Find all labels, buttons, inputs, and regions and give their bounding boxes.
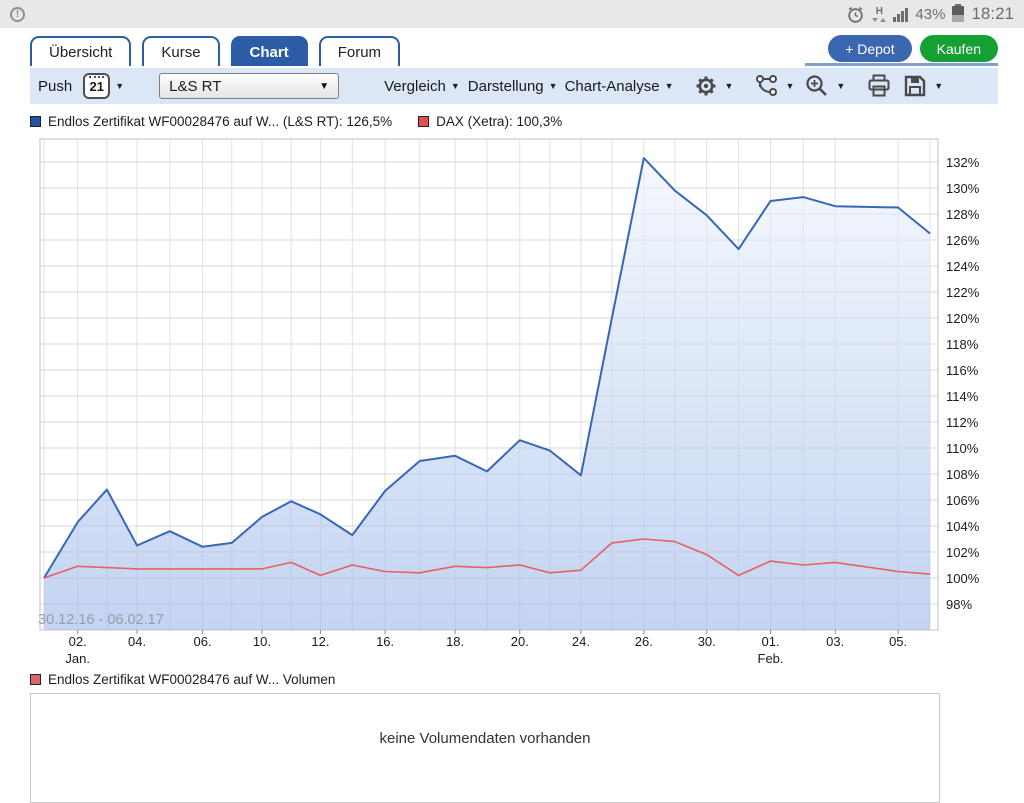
indicators-button[interactable]: ▼ <box>752 72 794 100</box>
save-icon <box>901 72 929 100</box>
x-axis-label: 16. <box>376 634 394 649</box>
tab-chart[interactable]: Chart <box>231 36 308 66</box>
x-axis-label: 12. <box>311 634 329 649</box>
price-chart-svg[interactable]: 98% 100% 102% 104% 106% 108% 110% 112% 114% 116% 1… <box>30 137 990 667</box>
y-axis-label: 122% <box>946 285 980 300</box>
tab-kurse[interactable]: Kurse <box>142 36 219 66</box>
select-caret-icon: ▼ <box>319 81 329 92</box>
chevron-down-icon: ▼ <box>451 81 460 91</box>
y-axis-label: 118% <box>946 337 979 352</box>
print-button[interactable] <box>865 72 893 100</box>
menu-darstellung[interactable]: Darstellung▼ <box>468 78 558 95</box>
network-type-indicator: H <box>872 7 886 22</box>
x-axis-label: 01. <box>761 634 779 649</box>
data-activity-arrows <box>872 18 886 22</box>
x-axis-label: 26. <box>635 634 653 649</box>
chevron-down-icon: ▼ <box>665 81 674 91</box>
clock: 18:21 <box>971 4 1014 24</box>
x-axis-label: 05. <box>889 634 907 649</box>
x-axis-label: 03. <box>826 634 844 649</box>
y-axis-label: 112% <box>946 415 979 430</box>
y-axis-label: 106% <box>946 493 980 508</box>
settings-button[interactable]: ▼ <box>692 72 734 100</box>
signal-strength-icon <box>893 7 908 22</box>
battery-percent: 43% <box>915 6 945 23</box>
x-axis-label: 10. <box>253 634 271 649</box>
save-button[interactable]: ▼ <box>901 72 943 100</box>
x-axis-label: 20. <box>511 634 529 649</box>
tab-bar: Übersicht Kurse Chart Forum + Depot Kauf… <box>30 34 998 66</box>
x-axis-label: 18. <box>446 634 464 649</box>
zoom-button[interactable]: ▼ <box>803 72 845 100</box>
alarm-clock-icon <box>846 5 865 24</box>
calendar-icon: 21 <box>83 73 110 99</box>
y-axis-label: 120% <box>946 311 980 326</box>
chevron-down-icon: ▼ <box>785 81 794 91</box>
x-axis-month-label: Jan. <box>65 651 90 666</box>
y-axis-label: 114% <box>946 389 979 404</box>
tab-forum[interactable]: Forum <box>319 36 400 66</box>
y-axis-label: 100% <box>946 571 980 586</box>
printer-icon <box>865 72 893 100</box>
y-axis-label: 102% <box>946 545 980 560</box>
y-axis-label: 110% <box>946 441 979 456</box>
menu-chart-analyse[interactable]: Chart-Analyse▼ <box>565 78 674 95</box>
tab-uebersicht[interactable]: Übersicht <box>30 36 131 66</box>
y-axis-label: 128% <box>946 207 980 222</box>
push-toggle[interactable]: Push <box>38 78 72 95</box>
chevron-down-icon: ▼ <box>934 81 943 91</box>
y-axis-label: 132% <box>946 155 980 170</box>
actions-underline <box>805 63 998 66</box>
y-axis-label: 126% <box>946 233 980 248</box>
timeframe-picker[interactable]: 21 ▼ <box>83 73 124 99</box>
x-axis-label: 24. <box>572 634 590 649</box>
y-axis-label: 104% <box>946 519 980 534</box>
chevron-down-icon: ▼ <box>836 81 845 91</box>
legend-item-certificate: Endlos Zertifikat WF00028476 auf W... (L… <box>30 114 392 129</box>
chevron-down-icon: ▼ <box>725 81 734 91</box>
chart-legend: Endlos Zertifikat WF00028476 auf W... (L… <box>30 112 998 131</box>
add-depot-button[interactable]: + Depot <box>828 35 911 62</box>
status-bar: H 43% 18:21 <box>0 0 1024 28</box>
legend-item-dax: DAX (Xetra): 100,3% <box>418 114 562 129</box>
instrument-select[interactable]: L&S RT ▼ <box>159 73 339 99</box>
x-axis-label: 04. <box>128 634 146 649</box>
buy-button[interactable]: Kaufen <box>920 35 998 62</box>
x-axis-label: 06. <box>194 634 212 649</box>
gear-icon <box>692 72 720 100</box>
series-swatch <box>418 116 429 127</box>
volume-empty-message: keine Volumendaten vorhanden <box>380 730 591 747</box>
date-range-watermark: 30.12.16 - 06.02.17 <box>38 612 164 628</box>
y-axis-label: 108% <box>946 467 980 482</box>
x-axis-month-label: Feb. <box>758 651 784 666</box>
menu-vergleich[interactable]: Vergleich▼ <box>384 78 460 95</box>
volume-legend: Endlos Zertifikat WF00028476 auf W... Vo… <box>30 671 998 687</box>
x-axis-label: 30. <box>698 634 716 649</box>
chevron-down-icon: ▼ <box>549 81 558 91</box>
action-buttons: + Depot Kaufen <box>828 35 998 62</box>
series-swatch <box>30 116 41 127</box>
volume-panel: keine Volumendaten vorhanden <box>30 693 940 803</box>
chevron-down-icon: ▼ <box>115 81 124 91</box>
zoom-in-icon <box>803 72 831 100</box>
price-chart[interactable]: 98% 100% 102% 104% 106% 108% 110% 112% 114% 116% 1… <box>30 137 998 667</box>
y-axis-label: 130% <box>946 181 980 196</box>
battery-icon <box>952 6 964 22</box>
y-axis-label: 116% <box>946 363 979 378</box>
series-swatch <box>30 674 41 685</box>
chart-toolbar: Push 21 ▼ L&S RT ▼ Vergleich▼ Darstellun… <box>30 68 998 104</box>
x-axis-label: 02. <box>69 634 87 649</box>
y-axis-label: 98% <box>946 597 972 612</box>
share-nodes-icon <box>752 72 780 100</box>
notification-icon <box>10 7 25 22</box>
y-axis-label: 124% <box>946 259 980 274</box>
